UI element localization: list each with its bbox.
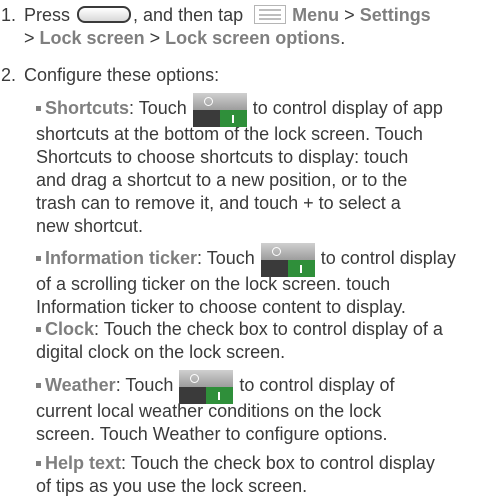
step-1-line-1: Press , and then tap Menu > Settings [24,5,431,25]
step-number: 2. [1,65,17,85]
on-off-switch-icon [192,93,247,127]
option-line: Clock: Touch the check box to control di… [36,318,482,341]
option-line: digital clock on the lock screen. [36,342,286,362]
bullet-marker [36,256,41,261]
option-shortcuts: Shortcuts: Touch to control display of ap… [36,93,482,238]
bullet-marker [36,327,41,332]
home-key-icon [77,6,132,23]
menu-icon [254,5,287,24]
bullet-marker [36,106,41,111]
option-line: screen. Touch Weather to configure optio… [36,424,388,444]
option-line: Shortcuts: Touch to control display of ap… [36,93,482,127]
instruction-page: 1. Press , and then tap Menu > Settings … [0,0,483,502]
option-line: Help text: Touch the check box to contro… [36,452,482,475]
option-line: Information ticker to choose content to … [36,297,406,317]
option-line: Information ticker: Touch to control disp… [36,243,482,277]
on-off-switch-icon [260,243,315,277]
option-help-text: Help text: Touch the check box to contro… [36,452,482,498]
option-line: Shortcuts to choose shortcuts to display… [36,147,409,167]
option-line: shortcuts at the bottom of the lock scre… [36,124,423,144]
bullet-marker [36,461,41,466]
bullet-marker [36,383,41,388]
option-line: and drag a shortcut to a new position, o… [36,170,408,190]
option-line: trash can to remove it, and touch + to s… [36,193,401,213]
option-line: Weather: Touch to control display of [36,370,482,404]
on-off-switch-icon [179,370,234,404]
option-line: current local weather conditions on the … [36,401,382,421]
option-line: of tips as you use the lock screen. [36,476,308,496]
option-line: new shortcut. [36,216,144,236]
step-number: 1. [1,5,17,25]
option-information-ticker: Information ticker: Touch to control disp… [36,243,482,319]
step-1-line-2: > Lock screen > Lock screen options. [24,28,346,48]
option-clock: Clock: Touch the check box to control di… [36,318,482,364]
step-2-text: Configure these options: [24,65,220,85]
step-1-text: Press , and then tap Menu > Settings > L… [24,4,482,50]
option-weather: Weather: Touch to control display of curr… [36,370,482,446]
